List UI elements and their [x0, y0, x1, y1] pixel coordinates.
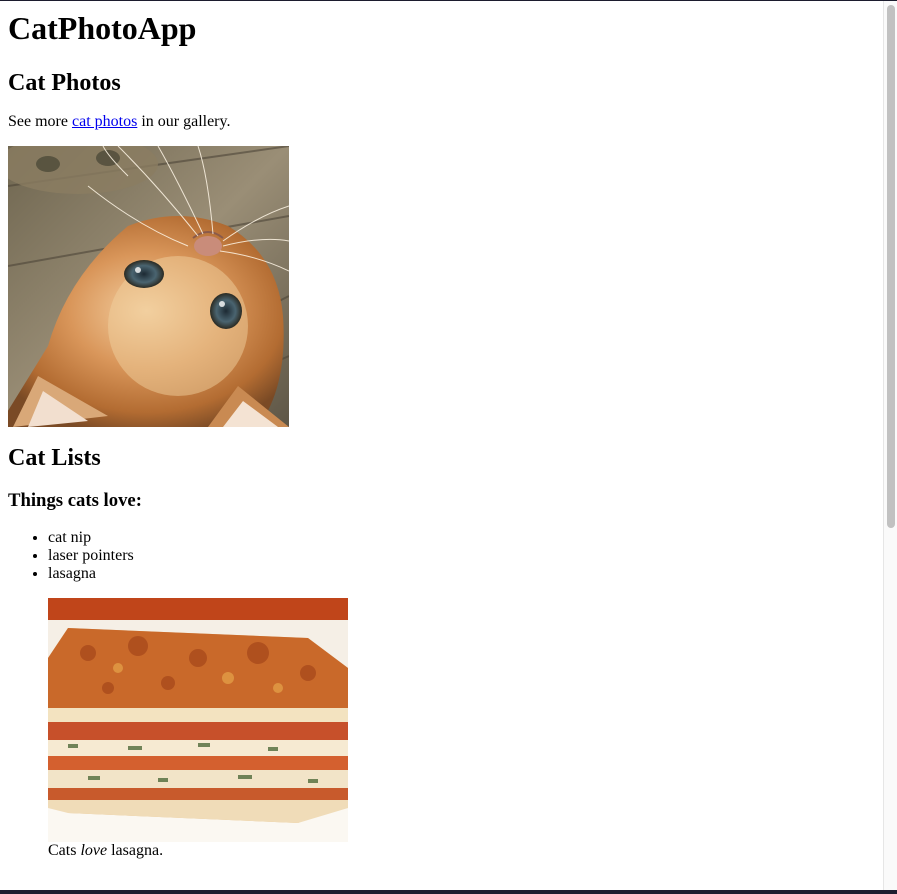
things-cats-love-list: cat nip laser pointers lasagna [8, 529, 875, 583]
lasagna-image [48, 598, 348, 842]
lasagna-caption: Cats love lasagna. [48, 842, 875, 860]
gallery-intro: See more cat photos in our gallery. [8, 113, 875, 131]
cat-photos-section: Cat Photos See more cat photos in our ga… [8, 69, 875, 427]
caption-text-before: Cats [48, 842, 81, 859]
app-title: CatPhotoApp [8, 10, 197, 46]
cat-photos-heading: Cat Photos [8, 70, 121, 96]
lasagna-figure: Cats love lasagna. [48, 598, 875, 860]
cat-photo-image[interactable] [8, 146, 289, 427]
intro-text-before: See more [8, 113, 72, 130]
browser-viewport: CatPhotoApp Cat Photos See more cat phot… [0, 0, 897, 894]
kitten-illustration [8, 146, 289, 427]
cat-lists-heading: Cat Lists [8, 445, 101, 471]
cat-photos-link[interactable]: cat photos [72, 113, 137, 130]
intro-text-after: in our gallery. [137, 113, 231, 130]
scrollbar-thumb[interactable] [887, 5, 895, 528]
cat-lists-section: Cat Lists Things cats love: cat nip lase… [8, 444, 875, 860]
things-cats-love-heading: Things cats love: [8, 490, 142, 511]
caption-text-after: lasagna. [107, 842, 164, 859]
lasagna-illustration [48, 598, 348, 842]
caption-emphasis: love [80, 842, 108, 859]
main-content: CatPhotoApp Cat Photos See more cat phot… [0, 10, 883, 860]
list-item: laser pointers [48, 547, 875, 565]
page-body: CatPhotoApp Cat Photos See more cat phot… [0, 1, 883, 890]
vertical-scrollbar[interactable] [883, 1, 897, 890]
list-item: lasagna [48, 565, 875, 583]
list-item: cat nip [48, 529, 875, 547]
